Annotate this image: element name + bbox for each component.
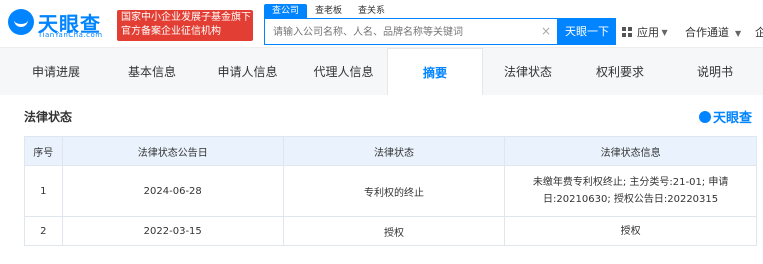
top-header: 天眼查 TianYanCha.com 国家中小企业发展子基金旗下 官方备案企业征… (0, 0, 763, 47)
nav-enterprise[interactable]: 企 (755, 24, 763, 40)
cell-status: 专利权的终止 (282, 165, 506, 217)
tab-abstract[interactable]: 摘要 (387, 48, 483, 96)
cell-index: 1 (24, 165, 63, 217)
cell-date: 2022-03-15 (61, 216, 284, 246)
search-input[interactable] (273, 25, 533, 39)
search-type-tabs: 查公司 查老板 查关系 (264, 4, 393, 18)
nav-cooperate-label: 合作通道 (685, 26, 729, 39)
header-date: 法律状态公告日 (61, 136, 284, 166)
cell-info-line-1: 未缴年费专利权终止; 主分类号:21-01; 申请 (532, 177, 729, 188)
cell-status: 授权 (282, 216, 506, 246)
panel-title: 法律状态 (24, 110, 73, 124)
certification-banner: 国家中小企业发展子基金旗下 官方备案企业征信机构 (117, 10, 253, 41)
table-header-row: 序号 法律状态公告日 法律状态 法律状态信息 (24, 136, 757, 166)
chevron-down-icon: ▼ (732, 29, 742, 38)
patent-tabs: 申请进展 基本信息 申请人信息 代理人信息 摘要 法律状态 权利要求 说明书 (0, 47, 763, 96)
cell-info: 未缴年费专利权终止; 主分类号:21-01; 申请 日:20210630; 授权… (504, 165, 757, 217)
table-row: 2 2022-03-15 授权 授权 (24, 216, 757, 246)
legal-status-table: 序号 法律状态公告日 法律状态 法律状态信息 1 2024-06-28 专利权的… (24, 136, 757, 246)
search-tab-relation[interactable]: 查关系 (350, 4, 393, 18)
clear-icon[interactable]: × (541, 24, 551, 38)
table-row: 1 2024-06-28 专利权的终止 未缴年费专利权终止; 主分类号:21-0… (24, 165, 757, 217)
tab-legal-status[interactable]: 法律状态 (488, 48, 568, 96)
nav-cooperate[interactable]: 合作通道 ▼ (685, 24, 741, 40)
banner-line-2: 官方备案企业征信机构 (121, 26, 221, 37)
tab-agent-info[interactable]: 代理人信息 (296, 48, 391, 96)
logo-domain: TianYanCha.com (38, 31, 103, 39)
banner-line-1: 国家中小企业发展子基金旗下 (121, 12, 251, 23)
nav-apps[interactable]: 应用 ▼ (622, 24, 668, 40)
site-logo[interactable]: 天眼查 TianYanCha.com (8, 6, 113, 42)
tab-applicant-info[interactable]: 申请人信息 (200, 48, 295, 96)
search-tab-boss[interactable]: 查老板 (307, 4, 350, 18)
header-index: 序号 (24, 136, 63, 166)
header-status: 法律状态 (282, 136, 506, 166)
tab-basic-info[interactable]: 基本信息 (110, 48, 194, 96)
watermark-logo: 天眼查 (698, 107, 752, 126)
tab-description[interactable]: 说明书 (680, 48, 750, 96)
grid-icon (622, 26, 633, 38)
search-box: × (264, 18, 558, 45)
cell-date: 2024-06-28 (61, 165, 284, 217)
search-button[interactable]: 天眼一下 (558, 18, 616, 45)
tab-claims[interactable]: 权利要求 (580, 48, 660, 96)
header-info: 法律状态信息 (504, 136, 757, 166)
logo-mark-icon (8, 9, 34, 35)
chevron-down-icon: ▼ (659, 27, 668, 37)
logo-mark-icon (698, 110, 711, 123)
cell-info-line-2: 日:20210630; 授权公告日:20220315 (543, 194, 719, 205)
watermark-text: 天眼查 (712, 111, 752, 126)
nav-apps-label: 应用 (637, 26, 659, 39)
legal-status-panel: 法律状态 天眼查 序号 法律状态公告日 法律状态 法律状态信息 1 2024-0… (10, 95, 758, 264)
tab-application-progress[interactable]: 申请进展 (14, 48, 98, 96)
search-tab-company[interactable]: 查公司 (264, 4, 308, 18)
cell-info: 授权 (504, 216, 757, 246)
cell-index: 2 (24, 216, 63, 246)
